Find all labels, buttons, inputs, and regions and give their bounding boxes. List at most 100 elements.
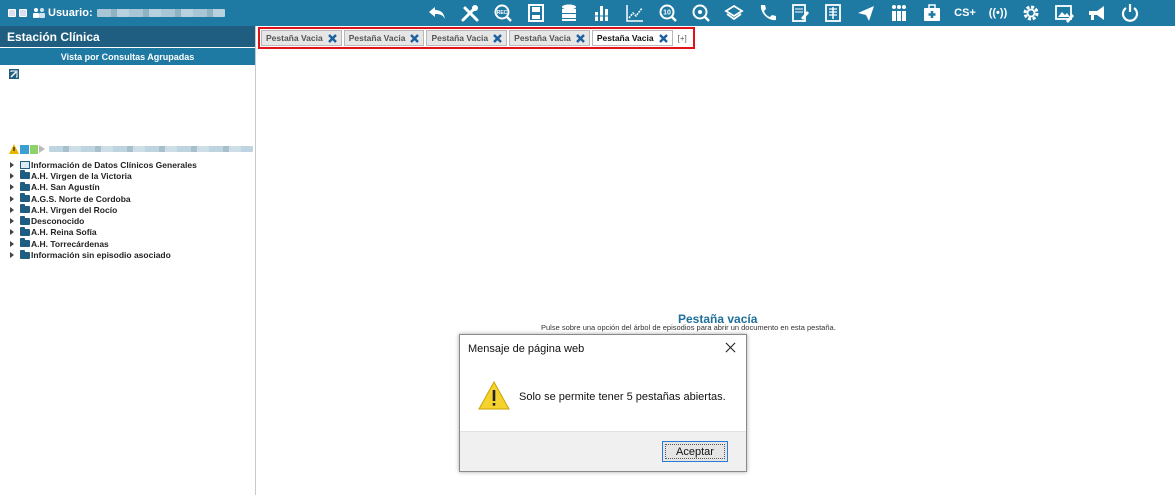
trend-chart-icon[interactable]: [622, 2, 648, 24]
expand-caret-icon[interactable]: [10, 161, 14, 168]
broadcast-icon[interactable]: ((•)): [985, 2, 1011, 24]
close-icon[interactable]: [409, 33, 420, 44]
main-toolbar: REC 10 CS+ ((•)): [424, 0, 1150, 26]
database-icon[interactable]: [556, 2, 582, 24]
expand-caret-icon[interactable]: [10, 206, 14, 213]
tools-icon[interactable]: [457, 2, 483, 24]
tree-item[interactable]: Información de Datos Clínicos Generales: [10, 159, 197, 170]
patient-name-redacted: [49, 146, 253, 152]
family-icon[interactable]: [886, 2, 912, 24]
broadcast-text: ((•)): [988, 7, 1008, 19]
folder-icon: [20, 170, 30, 180]
tab-empty-4[interactable]: Pestaña Vacia: [509, 30, 590, 46]
search-zoom-icon[interactable]: [688, 2, 714, 24]
dialog-message: Solo se permite tener 5 pestañas abierta…: [519, 391, 726, 403]
tree-item-label: Desconocido: [31, 216, 85, 227]
medkit-icon[interactable]: [919, 2, 945, 24]
tree-item-label: A.H. Virgen del Rocío: [31, 204, 118, 215]
document-edit-icon[interactable]: [787, 2, 813, 24]
folder-icon: [20, 238, 30, 248]
edit-icon[interactable]: [9, 69, 19, 79]
tree-item[interactable]: A.G.S. Norte de Cordoba: [10, 193, 197, 204]
power-icon[interactable]: [1117, 2, 1143, 24]
phone-icon[interactable]: [754, 2, 780, 24]
ten-icon-text: 10: [663, 10, 671, 17]
tree-item-label: Información de Datos Clínicos Generales: [31, 159, 197, 170]
sidebar-title: Estación Clínica: [0, 26, 255, 48]
sidebar-view-mode[interactable]: Vista por Consultas Agrupadas: [0, 48, 255, 65]
tree-item[interactable]: Información sin episodio asociado: [10, 249, 197, 260]
play-icon[interactable]: [39, 145, 45, 153]
tree-item-label: A.H. San Agustín: [31, 182, 100, 193]
patient-icon: [20, 144, 29, 154]
tree-item[interactable]: Desconocido: [10, 215, 197, 226]
expand-caret-icon[interactable]: [10, 172, 14, 179]
tree-item-label: Información sin episodio asociado: [31, 250, 171, 261]
tab-empty-5-active[interactable]: Pestaña Vacia: [591, 30, 673, 46]
tree-item-label: A.G.S. Norte de Cordoba: [31, 193, 131, 204]
message-dialog: Mensaje de página web Solo se permite te…: [459, 334, 747, 472]
tab-label: Pestaña Vacia: [514, 33, 571, 43]
tree-item[interactable]: A.H. San Agustín: [10, 181, 197, 193]
episode-tree: Información de Datos Clínicos Generales …: [10, 159, 197, 261]
add-tab-button[interactable]: [+]: [678, 34, 687, 43]
tab-label: Pestaña Vacia: [266, 33, 323, 43]
warning-icon: [478, 381, 510, 410]
dialog-title: Mensaje de página web: [468, 343, 585, 355]
settings-gear-icon[interactable]: [1018, 2, 1044, 24]
tree-item[interactable]: A.H. Torrecárdenas: [10, 238, 197, 249]
expand-caret-icon[interactable]: [10, 184, 14, 191]
image-edit-icon[interactable]: [1051, 2, 1077, 24]
ten-icon[interactable]: 10: [655, 2, 681, 24]
close-icon[interactable]: [492, 33, 503, 44]
close-icon[interactable]: [575, 33, 586, 44]
tab-empty-2[interactable]: Pestaña Vacia: [343, 30, 425, 46]
tab-empty-3[interactable]: Pestaña Vacia: [426, 30, 508, 46]
window-icon[interactable]: [8, 9, 16, 17]
tree-item-label: A.H. Torrecárdenas: [31, 238, 109, 249]
folder-icon: [20, 181, 30, 191]
window-icon[interactable]: [19, 9, 27, 17]
dialog-footer: Aceptar: [460, 431, 746, 471]
xray-icon[interactable]: [820, 2, 846, 24]
tab-label: Pestaña Vacia: [431, 33, 489, 43]
expand-caret-icon[interactable]: [10, 229, 14, 236]
save-icon[interactable]: [523, 2, 549, 24]
tree-item-label: A.H. Reina Sofía: [31, 227, 97, 238]
folder-icon: [20, 215, 30, 225]
megaphone-icon[interactable]: [1084, 2, 1110, 24]
tree-item[interactable]: A.H. Virgen de la Victoria: [10, 170, 197, 181]
expand-caret-icon[interactable]: [10, 252, 14, 259]
bar-chart-icon[interactable]: [589, 2, 615, 24]
tab-label: Pestaña Vacia: [348, 33, 406, 43]
accept-button[interactable]: Aceptar: [662, 441, 728, 462]
empty-tab-description: Pulse sobre una opción del árbol de epis…: [541, 323, 836, 332]
tab-bar: Pestaña Vacia Pestaña Vacia Pestaña Vaci…: [258, 27, 695, 49]
expand-caret-icon[interactable]: [10, 240, 14, 247]
user-label: Usuario:: [48, 7, 93, 19]
layers-icon[interactable]: [721, 2, 747, 24]
rec-icon[interactable]: REC: [490, 2, 516, 24]
cs-plus-text: CS+: [954, 7, 976, 19]
close-icon[interactable]: [327, 33, 338, 44]
close-icon[interactable]: [658, 33, 669, 44]
expand-caret-icon[interactable]: [10, 218, 14, 225]
tree-item-label: A.H. Virgen de la Victoria: [31, 170, 132, 181]
tree-item[interactable]: A.H. Reina Sofía: [10, 226, 197, 238]
patient-header: [9, 144, 253, 154]
tree-item[interactable]: A.H. Virgen del Rocío: [10, 204, 197, 215]
back-icon[interactable]: [424, 2, 450, 24]
folder-icon: [20, 249, 30, 259]
close-icon[interactable]: [722, 339, 738, 355]
folder-icon: [20, 204, 30, 214]
sidebar: Estación Clínica Vista por Consultas Agr…: [0, 26, 256, 495]
user-name-redacted: [96, 9, 225, 17]
cs-plus-icon[interactable]: CS+: [952, 2, 978, 24]
user-block: Usuario:: [0, 0, 256, 26]
document-icon: [20, 160, 30, 169]
tab-empty-1[interactable]: Pestaña Vacia: [261, 30, 342, 46]
expand-caret-icon[interactable]: [10, 195, 14, 202]
rec-icon-text: REC: [497, 10, 508, 16]
users-icon: [33, 8, 45, 18]
send-icon[interactable]: [853, 2, 879, 24]
